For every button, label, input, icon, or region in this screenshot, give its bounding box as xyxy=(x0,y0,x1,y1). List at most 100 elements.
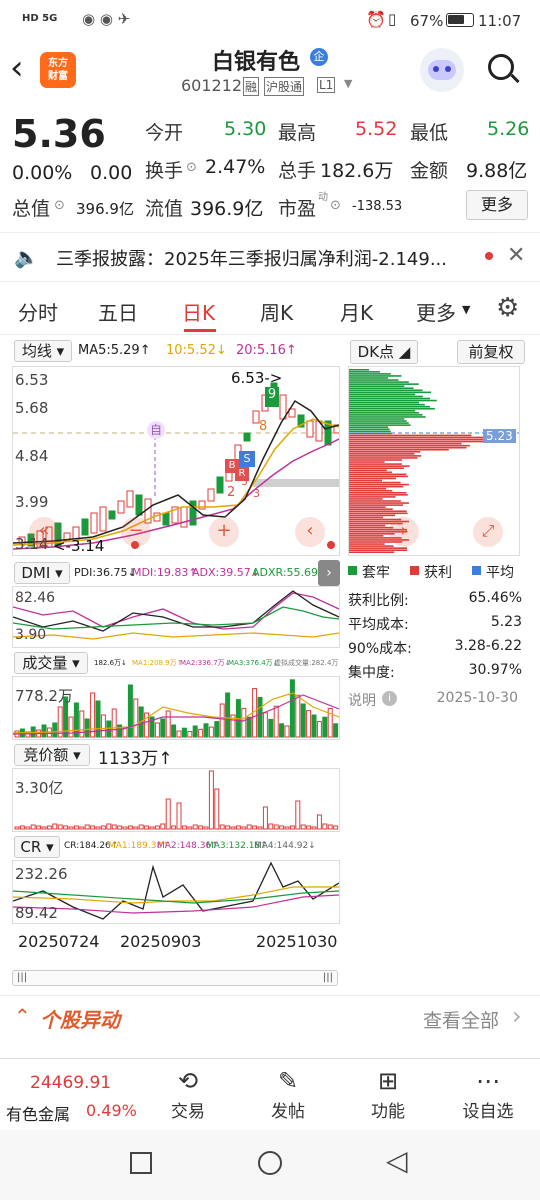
auction-bar xyxy=(165,798,171,830)
index-percent[interactable]: 0.49% xyxy=(86,1101,137,1120)
tab-five-day[interactable]: 五日 xyxy=(98,297,138,326)
scroll-left-fast-icon[interactable]: « xyxy=(29,517,59,547)
open-value: 5.30 xyxy=(224,118,267,140)
ma20-line xyxy=(13,438,339,550)
auction-selector[interactable]: 竞价额 ▾ xyxy=(14,744,90,766)
functions-button[interactable]: ⊞ 功能 xyxy=(348,1067,428,1122)
info-icon[interactable]: ⊙ xyxy=(186,160,197,175)
candle xyxy=(135,494,143,516)
expand-right-icon[interactable]: › xyxy=(318,560,340,586)
auction-bar xyxy=(117,825,123,830)
signal-dot xyxy=(327,541,335,549)
scroll-left-icon[interactable]: ‹ xyxy=(295,517,325,547)
zoom-in-icon[interactable]: + xyxy=(209,517,239,547)
index-value[interactable]: 24469.91 xyxy=(30,1073,111,1093)
ma-selector[interactable]: 均线 ▾ xyxy=(14,340,72,362)
back-triangle-icon[interactable]: ◁ xyxy=(386,1144,408,1177)
volume-bar xyxy=(300,703,306,738)
dmi-selector[interactable]: DMI ▾ xyxy=(14,562,70,584)
settings-gear-icon[interactable]: ⚙ xyxy=(496,293,519,323)
volume-bar xyxy=(68,716,74,738)
recents-icon[interactable] xyxy=(130,1152,152,1174)
sell-marker[interactable]: S xyxy=(239,451,255,467)
auction-legend: 竞价额 ▾ 1133万↑ xyxy=(14,744,344,769)
dk-selector[interactable]: DK点 ◢ xyxy=(350,340,418,364)
auction-bar xyxy=(46,825,52,830)
eastmoney-logo[interactable]: 东方 财富 xyxy=(40,52,76,88)
three-badge: 3 xyxy=(253,487,260,500)
cr-ma4: MA4:144.92↓ xyxy=(254,841,316,851)
speaker-icon: 🔈 xyxy=(14,245,39,269)
tab-monthly-k[interactable]: 月K xyxy=(340,297,373,326)
chip-next-icon[interactable]: › xyxy=(389,517,419,547)
candle xyxy=(81,518,89,536)
chip-distribution-chart[interactable]: 5.23 › ⤢ xyxy=(348,366,520,556)
adjust-selector[interactable]: 前复权 xyxy=(457,340,525,364)
auction-chart: 3.30亿 xyxy=(12,768,340,832)
auction-bar xyxy=(171,825,177,830)
range-scrollbar[interactable]: ||| ||| xyxy=(12,970,338,986)
notice-bar[interactable]: 🔈 三季报披露：2025年三季报归属净利润-2.149... ✕ xyxy=(0,232,540,282)
dk-selector-label: DK点 xyxy=(357,343,395,361)
tab-intraday[interactable]: 分时 xyxy=(18,297,58,326)
info-icon[interactable]: ⊙ xyxy=(54,198,65,213)
date-label: 20250724 xyxy=(18,932,100,951)
chip-bar xyxy=(349,508,393,510)
candle xyxy=(162,512,170,526)
self-select-marker[interactable]: 自 xyxy=(147,421,165,439)
scroll-handle-right[interactable]: ||| xyxy=(323,972,333,983)
info-circle-icon[interactable]: i xyxy=(382,691,397,706)
more-dots-icon: ⋯ xyxy=(476,1067,500,1095)
search-icon[interactable] xyxy=(488,54,520,84)
candle xyxy=(207,488,215,502)
add-watchlist-button[interactable]: ⋯ 设自选 xyxy=(448,1067,528,1122)
scroll-handle-left[interactable]: ||| xyxy=(17,972,27,983)
stock-movement-section[interactable]: ⌃ 个股异动 查看全部 › xyxy=(0,995,540,1043)
bottom-toolbar: 24469.91 有色金属 0.49% ⟲ 交易 ✎ 发帖 ⊞ 功能 ⋯ 设自选 xyxy=(0,1058,540,1130)
tab-more[interactable]: 更多 xyxy=(416,297,456,326)
cr-chart: 232.26 89.42 xyxy=(12,860,340,924)
open-label: 今开 xyxy=(145,122,184,144)
chevron-right-icon[interactable]: › xyxy=(512,1002,522,1030)
enterprise-badge[interactable]: 企 xyxy=(310,48,328,66)
unread-dot xyxy=(485,252,493,260)
auction-bar xyxy=(122,826,128,830)
back-arrow-icon[interactable]: ‹ xyxy=(10,48,24,88)
trade-button[interactable]: ⟲ 交易 xyxy=(148,1067,228,1122)
chip-bar xyxy=(349,459,402,461)
chevron-down-icon[interactable]: ▼ xyxy=(344,77,352,90)
pe-dynamic-sup: 动 xyxy=(318,192,328,203)
tab-weekly-k[interactable]: 周K xyxy=(260,297,293,326)
tab-daily-k[interactable]: 日K xyxy=(182,297,215,326)
volume-bar xyxy=(316,721,322,738)
more-button[interactable]: 更多 xyxy=(466,190,528,220)
chip-bar xyxy=(349,481,401,484)
auction-bar xyxy=(241,826,247,830)
auction-bar xyxy=(127,825,133,830)
post-button[interactable]: ✎ 发帖 xyxy=(248,1067,328,1122)
robot-assistant-icon[interactable] xyxy=(420,48,464,92)
dmi-pdi-line xyxy=(13,590,339,632)
kline-chart[interactable]: 6.53 5.68 4.84 3.99 3.14 6.53-> <-3.14 自… xyxy=(12,366,340,556)
auction-bar xyxy=(203,826,209,830)
home-icon[interactable] xyxy=(258,1151,282,1175)
zoom-out-icon[interactable]: − xyxy=(121,517,151,547)
chip-bar xyxy=(349,448,449,451)
collapse-icon[interactable]: ⌃ xyxy=(14,1004,31,1028)
volume-selector[interactable]: 成交量 ▾ xyxy=(14,652,88,674)
dropdown-icon[interactable]: ▼ xyxy=(462,303,470,316)
chip-bar xyxy=(349,444,470,447)
volume-bar xyxy=(52,722,58,738)
info-icon[interactable]: ⊙ xyxy=(330,198,341,213)
view-all-link[interactable]: 查看全部 xyxy=(423,1006,499,1033)
tag-level: L1 xyxy=(317,77,336,93)
cr-selector[interactable]: CR ▾ xyxy=(14,836,60,858)
index-name[interactable]: 有色金属 xyxy=(6,1101,70,1125)
expand-icon[interactable]: ⤢ xyxy=(473,517,503,547)
chip-bar xyxy=(349,487,387,490)
stock-header: ‹ 东方 财富 白银有色 企 601212 融 沪股通 L1 ▼ xyxy=(0,44,540,100)
chip-bar xyxy=(349,510,407,513)
volume-bar xyxy=(117,724,123,738)
close-icon[interactable]: ✕ xyxy=(507,243,525,268)
note-label[interactable]: 说明 xyxy=(348,690,376,710)
